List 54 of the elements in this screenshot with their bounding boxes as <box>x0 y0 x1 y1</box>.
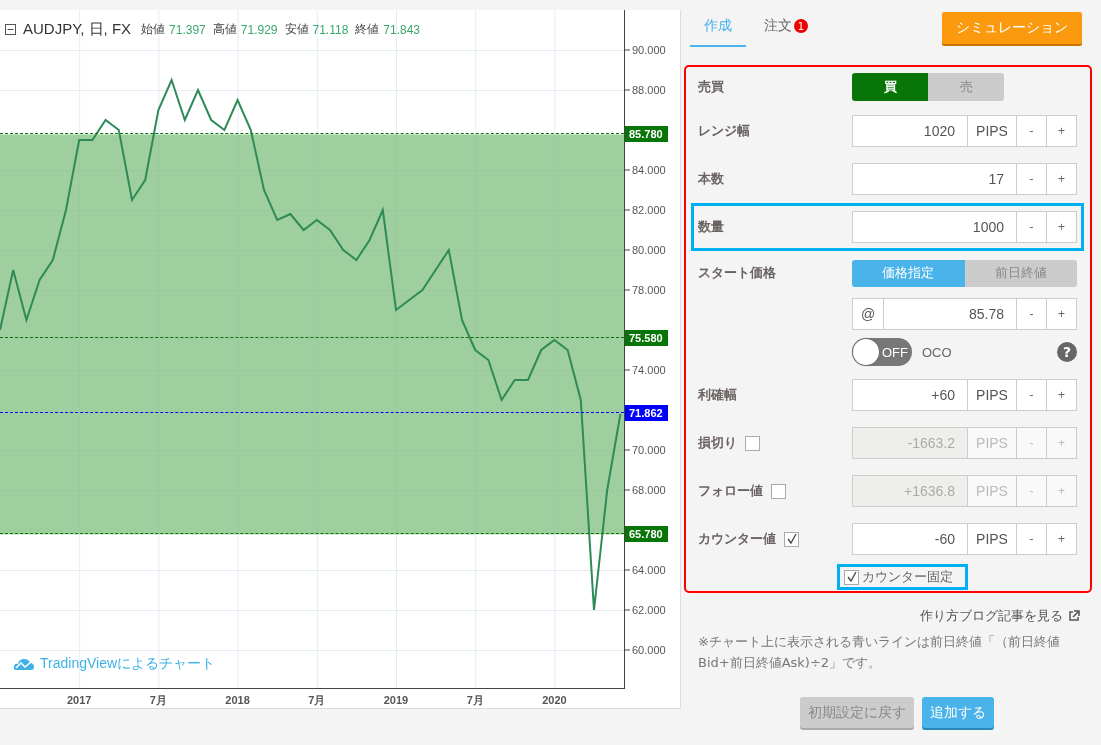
count-badge: 1 <box>794 19 808 33</box>
field-label: スタート価格 <box>698 264 776 282</box>
price-tick-label: 70.000 <box>632 444 666 456</box>
ohlc-value: 71.118 <box>312 22 349 37</box>
checkbox-label: カウンター固定 <box>862 568 953 586</box>
time-tick-label: 7月 <box>466 694 484 706</box>
checkbox[interactable] <box>784 531 799 547</box>
tab[interactable]: 注文 1 <box>750 12 822 47</box>
price-tick-label: 74.000 <box>632 364 666 376</box>
price-marker-label: 65.780 <box>625 526 668 543</box>
ohlc-value: 71.929 <box>240 22 278 37</box>
time-tick-label: 2020 <box>542 694 567 706</box>
time-tick-label: 7月 <box>149 694 167 706</box>
price-tick-label: 68.000 <box>632 484 666 496</box>
price-tick-label: 78.000 <box>632 284 666 296</box>
time-tick-label: 7月 <box>308 694 326 706</box>
ohlc-label: 始値 <box>141 21 166 38</box>
field-label: 本数 <box>698 170 724 188</box>
price-tick-label: 80.000 <box>632 244 666 256</box>
price-tick-label: 90.000 <box>632 44 666 56</box>
ohlc-label: 高値 <box>212 21 237 38</box>
price-tick-label: 84.000 <box>632 164 666 176</box>
oco-label: OCO <box>922 344 953 360</box>
collapse-icon[interactable] <box>5 24 16 35</box>
field-label: 数量 <box>698 218 724 236</box>
price-marker-label: 75.580 <box>625 330 668 347</box>
ohlc-value: 71.843 <box>383 22 420 37</box>
time-tick-label: 2018 <box>225 694 250 706</box>
note-text: ※チャート上に表示される青いラインは前日終値「（前日終値Bid+前日終値Ask)÷2」です。 <box>698 633 1061 672</box>
price-marker-label: 85.780 <box>625 126 668 143</box>
price-tick-label: 64.000 <box>632 564 666 576</box>
ohlc-label: 終値 <box>355 21 380 38</box>
price-tick-label: 62.000 <box>632 604 666 616</box>
blog-article-link[interactable]: 作り方ブログ記事を見る <box>920 607 1063 625</box>
external-link-icon[interactable] <box>1068 610 1080 622</box>
field-label: レンジ幅 <box>698 122 750 140</box>
ohlc-value: 71.397 <box>169 22 206 37</box>
price-tick-label: 82.000 <box>632 204 666 216</box>
field-label: 損切り <box>698 434 737 452</box>
field-label: 利確幅 <box>698 386 737 404</box>
price-tick-label: 60.000 <box>632 644 666 656</box>
time-tick-label: 2019 <box>383 694 409 706</box>
field-label: カウンター値 <box>698 530 776 548</box>
segment-option[interactable]: 買 <box>852 73 928 101</box>
help-icon[interactable]: ? <box>1057 342 1077 362</box>
symbol-title: AUDJPY, 日, FX <box>23 20 132 39</box>
time-tick-label: 2017 <box>66 694 92 706</box>
price-marker-label: 71.862 <box>625 404 668 421</box>
field-label: 売買 <box>698 78 724 96</box>
field-label: フォロー値 <box>698 482 763 500</box>
ohlc-label: 安値 <box>284 21 309 38</box>
oco-toggle[interactable]: OFF <box>852 338 912 366</box>
checkbox[interactable] <box>844 569 859 585</box>
price-tick-label: 88.000 <box>632 84 666 96</box>
